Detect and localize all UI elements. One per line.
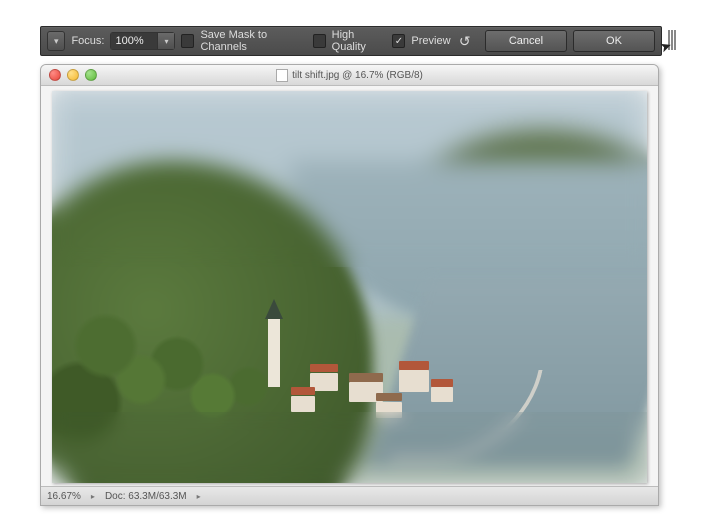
- image-region-roof: [399, 361, 429, 370]
- image-preview[interactable]: [52, 91, 647, 483]
- ok-button[interactable]: OK: [573, 30, 655, 52]
- high-quality-checkbox[interactable]: [313, 34, 326, 48]
- window-controls: [49, 69, 97, 81]
- window-title: tilt shift.jpg @ 16.7% (RGB/8): [41, 69, 658, 82]
- zoom-level[interactable]: 16.67%: [47, 491, 81, 502]
- image-region-roof: [291, 387, 315, 395]
- focus-dropdown[interactable]: ▾: [157, 33, 174, 49]
- minimize-window-button[interactable]: [67, 69, 79, 81]
- save-mask-label: Save Mask to Channels: [200, 29, 306, 53]
- document-icon: [276, 69, 288, 82]
- tool-preset-dropdown[interactable]: ▾: [47, 31, 65, 51]
- preview-label: Preview: [411, 35, 450, 47]
- focus-input[interactable]: [111, 33, 157, 49]
- options-bar: ▾ Focus: ▾ Save Mask to Channels High Qu…: [40, 26, 662, 56]
- window-titlebar[interactable]: tilt shift.jpg @ 16.7% (RGB/8): [41, 65, 658, 86]
- reset-icon[interactable]: ↺: [457, 32, 473, 50]
- canvas-area[interactable]: [41, 86, 658, 487]
- close-window-button[interactable]: [49, 69, 61, 81]
- tilt-shift-blur-bottom: [52, 412, 647, 483]
- document-window: tilt shift.jpg @ 16.7% (RGB/8): [40, 64, 659, 506]
- image-region-building: [291, 396, 315, 412]
- doc-info[interactable]: Doc: 63.3M/63.3M: [105, 491, 187, 502]
- status-popup-icon[interactable]: ▸: [91, 492, 95, 501]
- zoom-window-button[interactable]: [85, 69, 97, 81]
- tilt-shift-blur-top: [52, 91, 647, 267]
- image-region-roof: [349, 373, 383, 382]
- status-arrow-icon[interactable]: ▸: [197, 492, 201, 501]
- image-region-church-tower: [268, 317, 280, 387]
- image-region-roof: [376, 393, 402, 401]
- focus-label: Focus:: [71, 35, 104, 47]
- high-quality-label: High Quality: [332, 29, 387, 53]
- image-region-roof: [310, 364, 338, 372]
- preview-checkbox[interactable]: [392, 34, 405, 48]
- status-bar: 16.67% ▸ Doc: 63.3M/63.3M ▸: [41, 486, 658, 505]
- focus-field: ▾: [110, 32, 175, 50]
- cancel-button[interactable]: Cancel: [485, 30, 567, 52]
- window-title-text: tilt shift.jpg @ 16.7% (RGB/8): [292, 70, 423, 81]
- save-mask-checkbox[interactable]: [181, 34, 194, 48]
